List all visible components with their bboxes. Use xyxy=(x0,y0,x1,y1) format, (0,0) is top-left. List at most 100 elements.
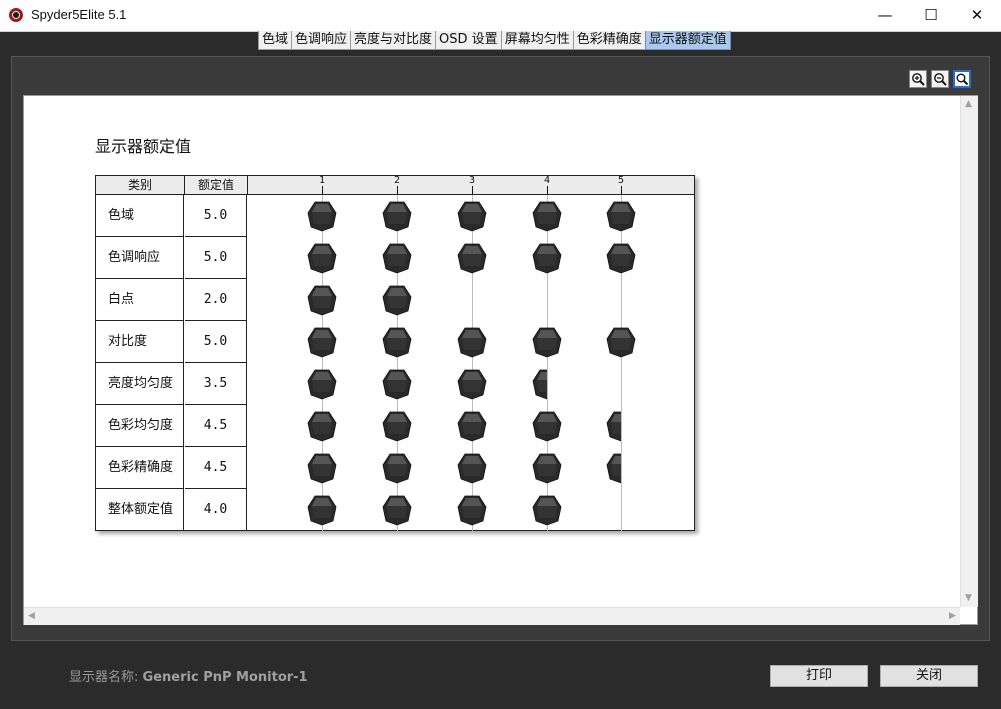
scroll-left-icon[interactable]: ◀ xyxy=(28,611,35,621)
rating-gem-icon xyxy=(606,200,636,232)
rating-gem-icon xyxy=(307,494,337,526)
rating-gem-icon xyxy=(457,410,487,442)
rating-row: 白点 2.0 xyxy=(96,279,694,321)
rating-gem-icon xyxy=(532,242,562,274)
close-button[interactable]: 关闭 xyxy=(880,665,978,687)
rating-value: 3.5 xyxy=(185,363,247,405)
rating-row: 对比度 5.0 xyxy=(96,321,694,363)
rating-gem-icon xyxy=(532,410,562,442)
rating-gem-icon xyxy=(532,494,562,526)
maximize-button[interactable]: ☐ xyxy=(908,0,954,31)
rating-value: 5.0 xyxy=(185,195,247,237)
zoom-out-button[interactable] xyxy=(931,70,949,88)
rating-gem-icon xyxy=(307,452,337,484)
rating-gem-icon xyxy=(307,200,337,232)
spyder-app-icon xyxy=(9,8,23,22)
window-title: Spyder5Elite 5.1 xyxy=(31,7,127,22)
rating-value: 5.0 xyxy=(185,237,247,279)
rating-category: 白点 xyxy=(96,279,184,321)
rating-row: 色域 5.0 xyxy=(96,195,694,237)
title-bar: Spyder5Elite 5.1 — ☐ ✕ xyxy=(0,0,1001,32)
rating-gem-icon xyxy=(307,368,337,400)
rating-value: 2.0 xyxy=(185,279,247,321)
rating-gem-icon xyxy=(457,242,487,274)
rating-gem-icon xyxy=(307,410,337,442)
monitor-name-line: 显示器名称: Generic PnP Monitor-1 xyxy=(69,666,308,685)
zoom-toolbar xyxy=(909,70,971,88)
rating-gem-icon xyxy=(457,200,487,232)
header-category: 类别 xyxy=(96,176,185,194)
rating-gem-icon xyxy=(307,284,337,316)
rating-row: 整体额定值 4.0 xyxy=(96,489,694,531)
scale-tick-mark xyxy=(397,186,398,194)
scroll-up-icon[interactable]: ▲ xyxy=(965,99,972,109)
rating-gem-icon xyxy=(307,242,337,274)
scroll-right-icon[interactable]: ▶ xyxy=(949,611,956,621)
scale-tick-label: 2 xyxy=(393,175,401,186)
tab-osd-settings[interactable]: OSD 设置 xyxy=(435,31,501,50)
report-tabs: 色域 色调响应 亮度与对比度 OSD 设置 屏幕均匀性 色彩精确度 显示器额定值 xyxy=(258,31,731,51)
rating-value: 4.0 xyxy=(185,489,247,531)
rating-category: 色调响应 xyxy=(96,237,184,279)
rating-gem-icon xyxy=(382,242,412,274)
half-rating-gem-icon xyxy=(606,410,621,442)
rating-gem-icon xyxy=(382,494,412,526)
rating-gem-icon xyxy=(606,326,636,358)
rating-row: 色彩均匀度 4.5 xyxy=(96,405,694,447)
rating-category: 对比度 xyxy=(96,321,184,363)
rating-category: 整体额定值 xyxy=(96,489,184,531)
report-title: 显示器额定值 xyxy=(95,137,192,156)
header-rating: 额定值 xyxy=(185,176,248,194)
rating-gem-icon xyxy=(457,368,487,400)
monitor-name-label: 显示器名称: xyxy=(69,670,139,685)
table-header: 类别 额定值 1 2 3 4 5 xyxy=(96,176,694,195)
scale-tick-label: 1 xyxy=(318,175,326,186)
rating-value: 5.0 xyxy=(185,321,247,363)
scale-tick-label: 3 xyxy=(468,175,476,186)
rating-gem-icon xyxy=(532,326,562,358)
rating-category: 色域 xyxy=(96,195,184,237)
tab-monitor-rating[interactable]: 显示器额定值 xyxy=(644,31,731,50)
zoom-in-button[interactable] xyxy=(909,70,927,88)
scale-tick-label: 5 xyxy=(617,175,625,186)
zoom-in-icon xyxy=(912,73,925,86)
rating-gem-icon xyxy=(606,242,636,274)
close-window-button[interactable]: ✕ xyxy=(954,0,1000,31)
half-rating-gem-icon xyxy=(532,368,547,400)
zoom-out-icon xyxy=(934,73,947,86)
rating-gem-icon xyxy=(457,494,487,526)
rating-gem-icon xyxy=(382,200,412,232)
minimize-button[interactable]: — xyxy=(862,0,908,31)
scale-tick-label: 4 xyxy=(543,175,551,186)
rating-category: 色彩均匀度 xyxy=(96,405,184,447)
scale-tick-mark xyxy=(621,186,622,194)
rating-gem-icon xyxy=(382,284,412,316)
rating-row: 色彩精确度 4.5 xyxy=(96,447,694,489)
half-rating-gem-icon xyxy=(606,452,621,484)
rating-gem-icon xyxy=(382,368,412,400)
rating-row: 亮度均匀度 3.5 xyxy=(96,363,694,405)
rating-gem-icon xyxy=(457,326,487,358)
scale-tick-mark xyxy=(472,186,473,194)
rating-category: 色彩精确度 xyxy=(96,447,184,489)
tab-screen-uniformity[interactable]: 屏幕均匀性 xyxy=(500,31,573,50)
rating-gem-icon xyxy=(532,200,562,232)
vertical-scrollbar[interactable]: ▲ ▼ xyxy=(960,96,978,607)
rating-gem-icon xyxy=(382,326,412,358)
scroll-down-icon[interactable]: ▼ xyxy=(965,593,972,603)
zoom-fit-icon xyxy=(956,73,968,85)
zoom-fit-button[interactable] xyxy=(953,70,971,88)
tab-brightness-contrast[interactable]: 亮度与对比度 xyxy=(350,31,436,50)
rating-gem-icon xyxy=(457,452,487,484)
tab-color-accuracy[interactable]: 色彩精确度 xyxy=(572,31,645,50)
rating-value: 4.5 xyxy=(185,447,247,489)
rating-row: 色调响应 5.0 xyxy=(96,237,694,279)
rating-gem-icon xyxy=(307,326,337,358)
scale-tick-mark xyxy=(547,186,548,194)
tab-gamut[interactable]: 色域 xyxy=(258,31,292,50)
tab-tone-response[interactable]: 色调响应 xyxy=(291,31,351,50)
scale-tick-mark xyxy=(322,186,323,194)
rating-gem-icon xyxy=(382,452,412,484)
print-button[interactable]: 打印 xyxy=(770,665,868,687)
horizontal-scrollbar[interactable]: ◀ ▶ xyxy=(24,607,960,625)
